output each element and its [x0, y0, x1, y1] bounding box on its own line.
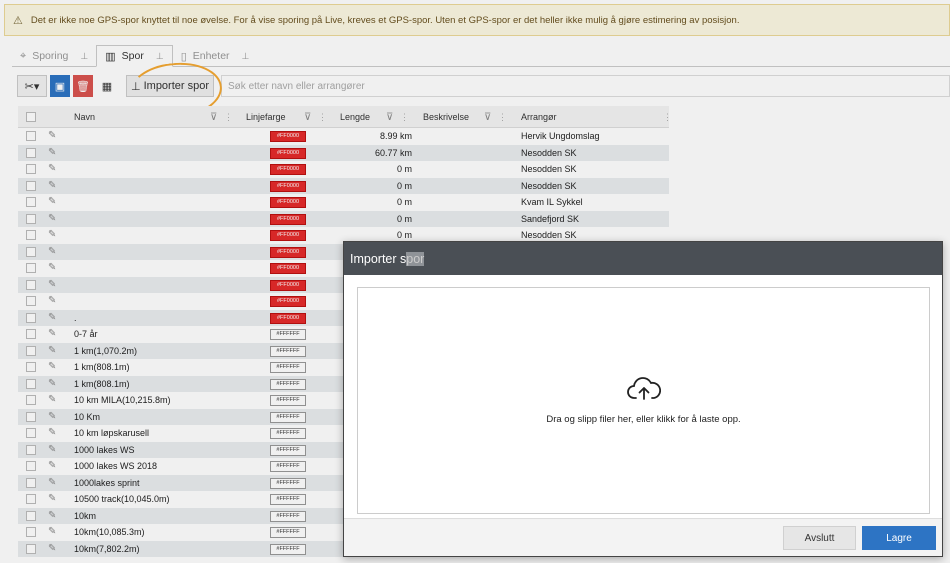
- file-dropzone[interactable]: Dra og slipp filer her, eller klikk for …: [357, 287, 930, 514]
- cancel-button[interactable]: Avslutt: [783, 526, 856, 550]
- dialog-title-text: Importer s: [350, 251, 407, 266]
- dropzone-text: Dra og slipp filer her, eller klikk for …: [546, 414, 741, 425]
- dialog-title: Importer s por: [344, 242, 942, 275]
- import-dialog: Importer s por Dra og slipp filer her, el…: [343, 241, 943, 557]
- save-dialog-button[interactable]: Lagre: [862, 526, 936, 550]
- dialog-title-selected-text: por: [406, 251, 425, 266]
- cloud-upload-icon: [626, 377, 661, 400]
- page: ⚠ Det er ikke noe GPS-spor knyttet til n…: [0, 0, 950, 563]
- dialog-footer: Avslutt Lagre: [344, 518, 942, 556]
